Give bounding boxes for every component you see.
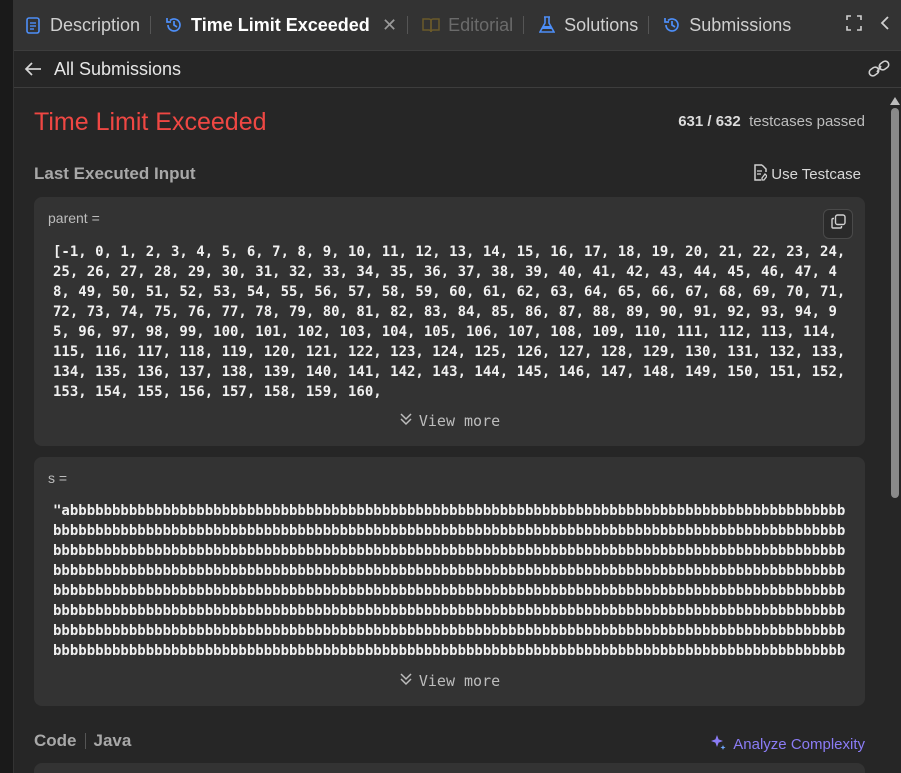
maximize-icon[interactable]: [846, 14, 862, 36]
code-divider: [84, 733, 86, 749]
view-more-button[interactable]: View more: [34, 412, 865, 430]
use-testcase-label: Use Testcase: [771, 166, 861, 183]
submission-header: All Submissions: [14, 51, 901, 88]
back-arrow-icon[interactable]: [24, 62, 44, 76]
all-submissions-link[interactable]: All Submissions: [54, 59, 181, 80]
tab-description[interactable]: Description: [14, 0, 146, 50]
flask-icon: [538, 16, 556, 34]
view-more-label: View more: [418, 672, 501, 690]
param-value: "abbbbbbbbbbbbbbbbbbbbbbbbbbbbbbbbbbbbbb…: [53, 503, 846, 659]
param-name: parent =: [48, 210, 100, 226]
description-icon: [24, 16, 42, 34]
tab-time-limit-exceeded[interactable]: Time Limit Exceeded: [155, 0, 376, 50]
tab-label: Description: [50, 14, 141, 35]
tab-label: Solutions: [564, 14, 639, 35]
tab-submissions[interactable]: Submissions: [653, 0, 797, 50]
use-testcase-button[interactable]: Use Testcase: [753, 164, 861, 185]
chevrons-down-icon: [399, 672, 413, 690]
code-heading: Code Java: [34, 731, 131, 751]
submission-panel: Description Time Limit Exceeded ✕ Editor…: [13, 0, 901, 773]
tab-editorial[interactable]: Editorial: [412, 0, 519, 50]
passed-suffix: testcases passed: [749, 113, 865, 130]
file-edit-icon: [753, 164, 769, 185]
passed-count: 631 / 632: [678, 113, 741, 130]
view-more-label: View more: [418, 412, 501, 430]
result-status: Time Limit Exceeded: [34, 108, 267, 136]
tab-divider: [523, 16, 525, 34]
tab-bar: Description Time Limit Exceeded ✕ Editor…: [14, 0, 901, 51]
link-icon[interactable]: [868, 59, 890, 84]
tab-label: Submissions: [689, 14, 792, 35]
scrollbar[interactable]: [888, 88, 901, 773]
scrollbar-thumb[interactable]: [891, 108, 899, 498]
input-param-card: s = "abbbbbbbbbbbbbbbbbbbbbbbbbbbbbbbbbb…: [34, 457, 865, 706]
analyze-complexity-label: Analyze Complexity: [733, 735, 865, 753]
book-icon: [422, 16, 440, 34]
tab-divider: [407, 16, 409, 34]
close-icon[interactable]: ✕: [382, 15, 397, 36]
last-executed-input-heading: Last Executed Input: [34, 164, 196, 183]
testcases-passed: 631 / 632 testcases passed: [678, 113, 865, 130]
code-language: Java: [93, 731, 132, 750]
sparkle-icon: [709, 733, 727, 755]
chevron-left-icon[interactable]: [880, 15, 890, 36]
tab-divider: [648, 16, 650, 34]
copy-button[interactable]: [823, 209, 853, 239]
param-value: [-1, 0, 1, 2, 3, 4, 5, 6, 7, 8, 9, 10, 1…: [53, 244, 853, 400]
submission-detail: Time Limit Exceeded 631 / 632 testcases …: [14, 88, 889, 773]
history-icon: [165, 16, 183, 34]
analyze-complexity-button[interactable]: Analyze Complexity: [709, 733, 865, 755]
history-icon: [663, 16, 681, 34]
code-block: [34, 763, 865, 773]
chevrons-down-icon: [399, 412, 413, 430]
view-more-button[interactable]: View more: [34, 672, 865, 690]
tab-label: Time Limit Exceeded: [191, 14, 370, 35]
tab-label: Editorial: [448, 14, 514, 35]
copy-icon: [830, 214, 846, 234]
tab-divider: [150, 16, 152, 34]
tab-solutions[interactable]: Solutions: [528, 0, 644, 50]
input-param-card: parent = [-1, 0, 1, 2, 3, 4, 5, 6, 7, 8,…: [34, 197, 865, 446]
tabbar-actions: [846, 0, 901, 50]
code-label: Code: [34, 731, 77, 750]
param-name: s =: [48, 470, 68, 486]
